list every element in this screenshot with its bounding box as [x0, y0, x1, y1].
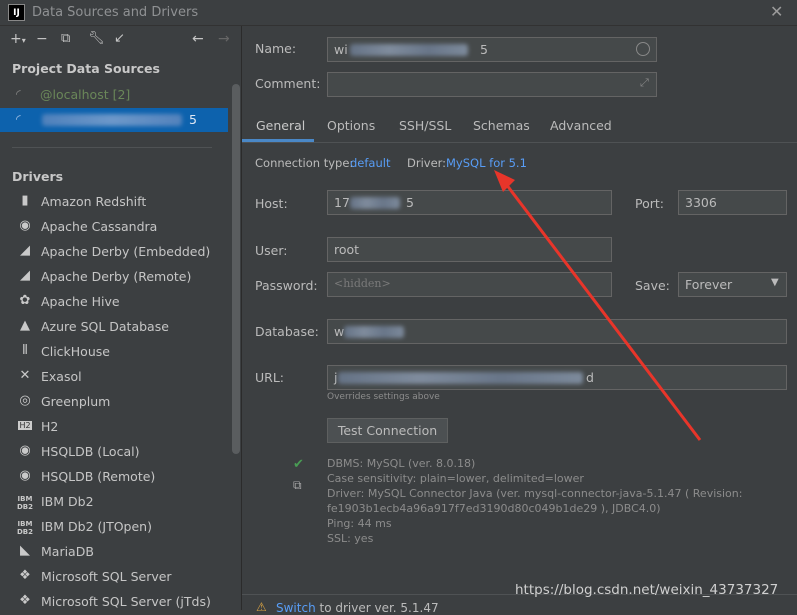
- annotation-arrow: [494, 170, 702, 441]
